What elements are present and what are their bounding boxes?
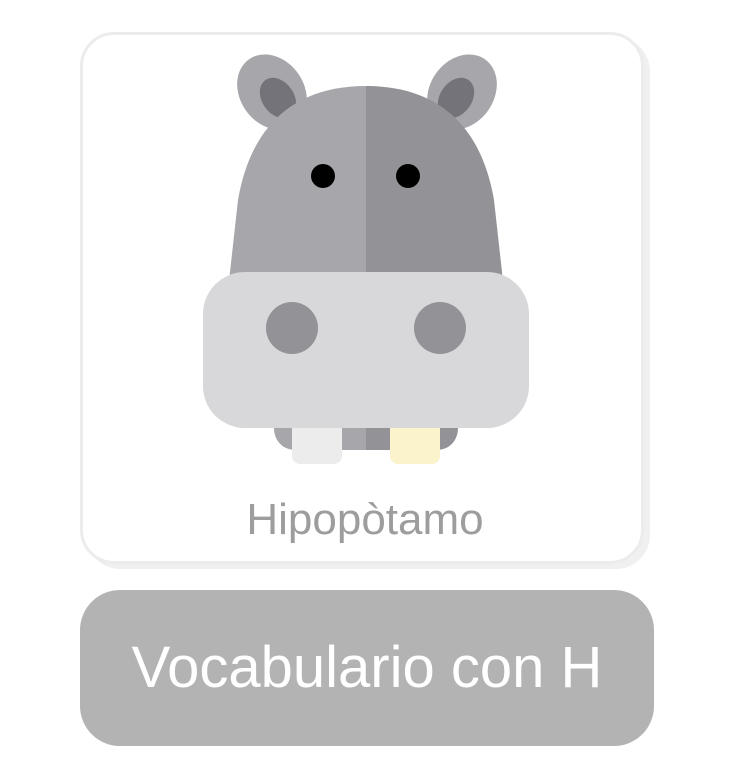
hippo-left-eye [311,164,335,188]
hippo-head-right [366,86,504,290]
hippo-snout [203,272,529,428]
vocabulary-title: Vocabulario con H [131,635,603,700]
hippo-head-left [228,86,366,290]
hippo-right-eye [396,164,420,188]
hippo-left-nostril [266,302,318,354]
hippo-icon [203,54,529,464]
vocabulary-word: Hipopòtamo [246,495,484,544]
hippo-right-nostril [414,302,466,354]
vocabulary-title-banner: Vocabulario con H [80,590,654,746]
